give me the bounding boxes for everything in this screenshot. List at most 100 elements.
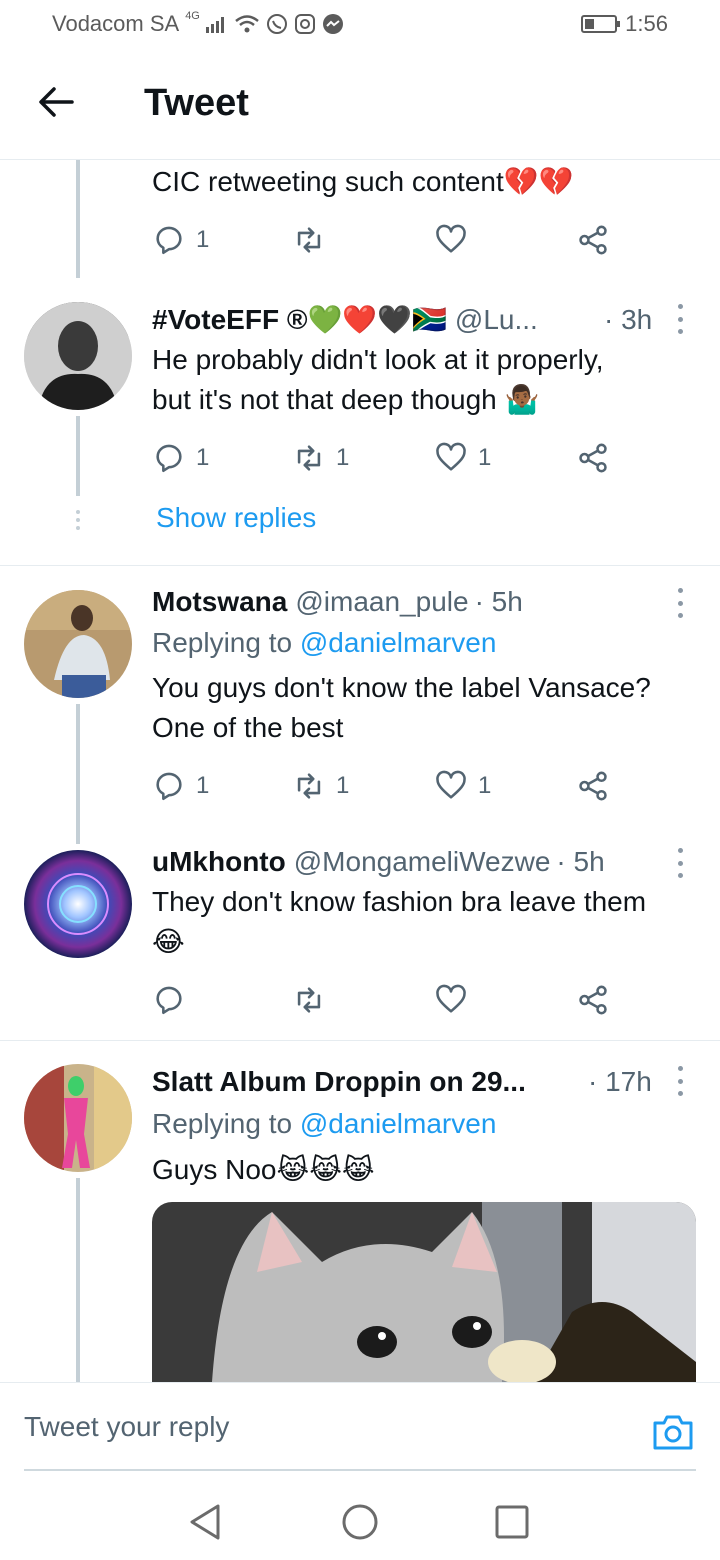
more-options-button[interactable]: [674, 1066, 686, 1096]
retweet-icon: [297, 227, 321, 253]
tweet-header: uMkhonto @MongameliWezwe · 5h: [152, 844, 605, 880]
nav-recents-button[interactable]: [492, 1502, 532, 1542]
reply-icon: [156, 986, 182, 1015]
show-replies-link[interactable]: Show replies: [156, 502, 316, 534]
tweet-text: He probably didn't look at it properly, …: [152, 344, 604, 415]
back-button[interactable]: [34, 80, 78, 124]
avatar[interactable]: [24, 302, 132, 410]
retweet-icon: [297, 987, 321, 1013]
thread-line: [76, 704, 80, 844]
heart-icon: [436, 442, 466, 471]
display-name[interactable]: Slatt Album Droppin on 29...: [152, 1064, 526, 1100]
handle[interactable]: @MongameliWezwe: [294, 844, 551, 880]
nav-back-button[interactable]: [186, 1502, 226, 1542]
avatar[interactable]: [24, 590, 132, 698]
square-recents-icon: [495, 1505, 529, 1539]
reply-icon: [156, 772, 182, 801]
thread-dots: [75, 510, 81, 534]
share-button[interactable]: [576, 218, 610, 262]
display-name[interactable]: #VoteEFF ®💚❤️🖤🇿🇦: [152, 302, 447, 338]
page-title: Tweet: [144, 82, 249, 124]
triangle-back-icon: [190, 1504, 220, 1540]
camera-button[interactable]: [652, 1413, 694, 1451]
share-button[interactable]: [576, 978, 610, 1022]
more-options-button[interactable]: [674, 304, 686, 334]
like-button[interactable]: 1: [434, 764, 491, 808]
heart-icon: [436, 770, 466, 799]
tweet-feed[interactable]: CIC retweeting such content💔💔 1 #VoteEFF…: [0, 160, 720, 1382]
crying-cat-image: [152, 1202, 696, 1382]
arrow-left-icon: [39, 87, 74, 117]
share-button[interactable]: [576, 436, 610, 480]
like-button[interactable]: [434, 978, 478, 1022]
avatar[interactable]: [24, 850, 132, 958]
tweet-text: Guys Noo😹😹😹: [152, 1154, 375, 1185]
tweet-header: #VoteEFF ®💚❤️🖤🇿🇦 @Lu...: [152, 302, 538, 338]
reply-button[interactable]: 1: [152, 218, 209, 262]
thread-line: [76, 1178, 80, 1382]
tweet-header: Slatt Album Droppin on 29...: [152, 1064, 526, 1100]
retweet-button[interactable]: 1: [292, 764, 349, 808]
replying-to-link[interactable]: @danielmarven: [300, 627, 497, 658]
avatar-photo: [24, 850, 132, 958]
thread-line: [76, 160, 80, 278]
signal-icon: [205, 17, 224, 33]
app-header: Tweet: [0, 50, 720, 160]
reply-button[interactable]: 1: [152, 436, 209, 480]
whatsapp-icon: [266, 14, 287, 34]
divider: [0, 1040, 720, 1041]
share-icon: [579, 225, 607, 255]
divider: [0, 565, 720, 566]
avatar-photo: [24, 590, 132, 698]
tweet-time: · 17h: [588, 1066, 652, 1097]
share-icon: [579, 985, 607, 1015]
system-nav-bar: [0, 1474, 720, 1560]
share-button[interactable]: [576, 764, 610, 808]
more-options-button[interactable]: [674, 588, 686, 618]
retweet-button[interactable]: 1: [292, 436, 349, 480]
nav-home-button[interactable]: [340, 1502, 380, 1542]
tweet-actions: 1: [152, 218, 622, 262]
tweet-text: You guys don't know the label Vansace? O…: [152, 672, 651, 743]
avatar-photo: [24, 1064, 132, 1172]
wifi-icon: [235, 15, 259, 33]
replying-to-link[interactable]: @danielmarven: [300, 1108, 497, 1139]
camera-icon: [653, 1415, 693, 1450]
reply-input[interactable]: Tweet your reply: [24, 1383, 696, 1471]
carrier-label: Vodacom SA: [52, 11, 180, 36]
battery-icon: [581, 15, 621, 33]
display-name[interactable]: Motswana: [152, 584, 287, 620]
retweet-button[interactable]: [292, 978, 336, 1022]
handle[interactable]: @imaan_pule: [295, 584, 468, 620]
reply-composer: Tweet your reply: [0, 1382, 720, 1474]
clock: 1:56: [625, 11, 668, 36]
more-options-button[interactable]: [674, 848, 686, 878]
share-icon: [579, 771, 607, 801]
share-icon: [579, 443, 607, 473]
tweet-text: They don't know fashion bra leave them 😂: [152, 886, 647, 957]
retweet-button[interactable]: [292, 218, 336, 262]
retweet-icon: [297, 773, 321, 799]
tweet-time: · 5h: [556, 846, 605, 877]
display-name[interactable]: uMkhonto: [152, 844, 286, 880]
tweet-actions: [152, 978, 622, 1022]
messenger-icon: [322, 14, 343, 34]
reply-icon: [156, 444, 182, 473]
instagram-icon: [294, 14, 315, 34]
circle-home-icon: [342, 1504, 378, 1540]
replying-to: Replying to @danielmarven: [152, 1108, 497, 1139]
avatar-photo: [24, 302, 132, 410]
handle[interactable]: @Lu...: [455, 302, 538, 338]
reply-button[interactable]: 1: [152, 764, 209, 808]
thread-line: [76, 416, 80, 496]
like-button[interactable]: 1: [434, 436, 491, 480]
reply-button[interactable]: [152, 978, 196, 1022]
tweet-actions: 1 1 1: [152, 764, 622, 808]
avatar[interactable]: [24, 1064, 132, 1172]
tweet-header: Motswana @imaan_pule · 5h: [152, 584, 523, 620]
tweet-media-image[interactable]: [152, 1202, 696, 1382]
tweet-time: · 5h: [474, 586, 523, 617]
like-button[interactable]: [434, 218, 478, 262]
tweet-actions: 1 1 1: [152, 436, 622, 480]
heart-icon: [436, 984, 466, 1013]
